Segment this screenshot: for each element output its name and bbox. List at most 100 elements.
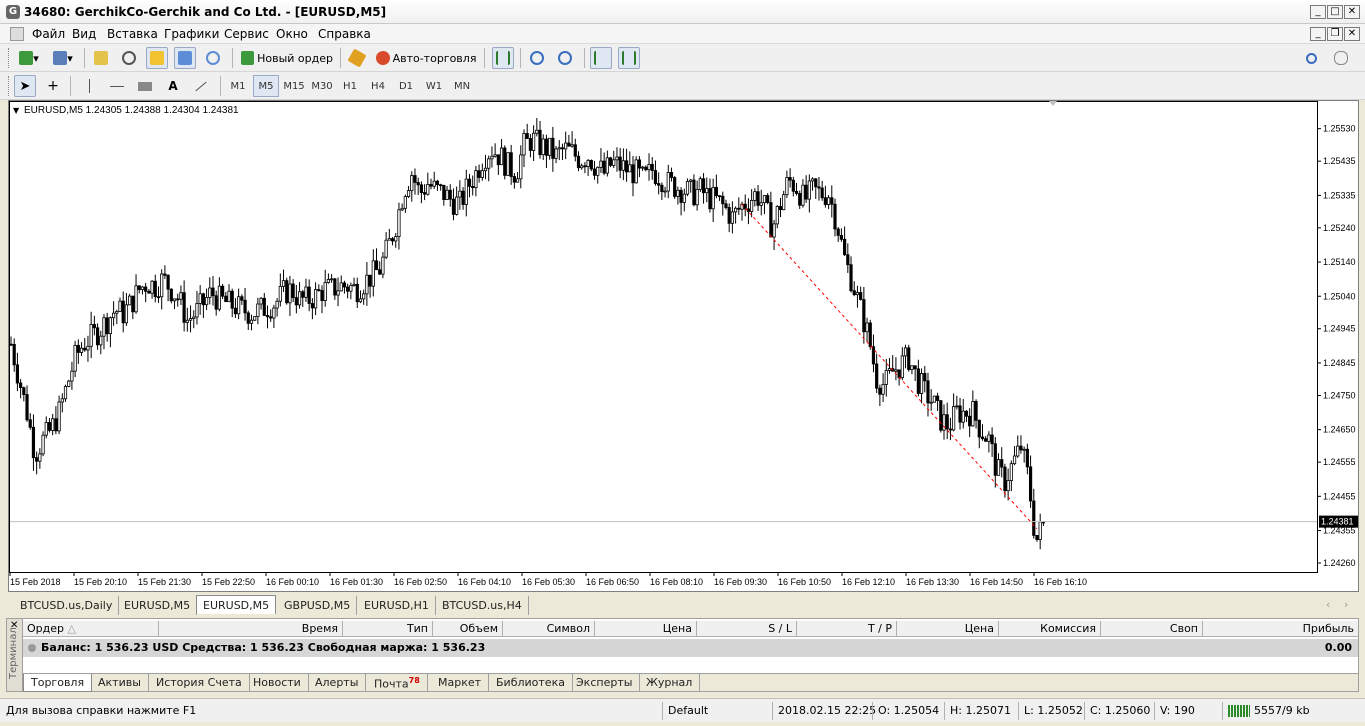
tabs-scroll-left-icon[interactable]: ‹: [1326, 598, 1330, 611]
trendline-button[interactable]: [190, 75, 212, 97]
menu-charts[interactable]: Графики: [164, 27, 219, 41]
chart-tab-gbpusd-m5[interactable]: GBPUSD,M5: [278, 596, 358, 615]
status-traffic[interactable]: 5557/9 kb: [1228, 703, 1310, 719]
col-time[interactable]: Время: [159, 621, 343, 637]
timeframe-h1[interactable]: H1: [337, 75, 363, 97]
col-order[interactable]: Ордер △: [23, 621, 159, 637]
timeframe-m15[interactable]: M15: [281, 75, 307, 97]
candle-body: [647, 163, 651, 171]
timeframe-h4[interactable]: H4: [365, 75, 391, 97]
terminal-tab-mailbox[interactable]: Почта78: [367, 674, 428, 692]
bar-chart-button[interactable]: [492, 47, 514, 69]
timeframe-m30[interactable]: M30: [309, 75, 335, 97]
mdi-minimize-button[interactable]: _: [1310, 27, 1326, 41]
mdi-close-button[interactable]: ✕: [1344, 27, 1360, 41]
toolbar-grip[interactable]: [8, 48, 11, 68]
chat-icon: [1334, 51, 1348, 65]
menu-view[interactable]: Вид: [72, 27, 96, 41]
metaeditor-button[interactable]: [346, 47, 368, 69]
candle-body: [153, 280, 157, 298]
auto-trading-icon: [375, 51, 390, 65]
terminal-tab-market[interactable]: Маркет: [431, 674, 490, 692]
chart-shift-button[interactable]: [618, 47, 640, 69]
horizontal-line-button[interactable]: [106, 75, 128, 97]
chart-tab-eurusd-h1[interactable]: EURUSD,H1: [358, 596, 436, 615]
auto-scroll-button[interactable]: [590, 47, 612, 69]
data-window-button[interactable]: [118, 47, 140, 69]
chat-button[interactable]: [1330, 47, 1352, 69]
timeframe-m5[interactable]: M5: [253, 75, 279, 97]
app-icon[interactable]: G: [6, 5, 20, 19]
mdi-restore-button[interactable]: ❐: [1327, 27, 1343, 41]
zoom-out-button[interactable]: [554, 47, 576, 69]
terminal-tab-exposure[interactable]: Активы: [91, 674, 149, 692]
menu-window[interactable]: Окно: [276, 27, 308, 41]
auto-trading-button[interactable]: Авто-торговля: [374, 47, 478, 69]
new-order-button[interactable]: Новый ордер: [240, 47, 334, 69]
col-price[interactable]: Цена: [595, 621, 697, 637]
menu-tools[interactable]: Сервис: [224, 27, 269, 41]
menu-help[interactable]: Справка: [318, 27, 371, 41]
chart-tab-btcusd-h4[interactable]: BTCUSD.us,H4: [436, 596, 529, 615]
toolbar-grip[interactable]: [8, 76, 11, 96]
candle-body: [798, 193, 802, 206]
timeframe-m1[interactable]: M1: [225, 75, 251, 97]
col-volume[interactable]: Объем: [433, 621, 503, 637]
chart-tab-eurusd-m5-1[interactable]: EURUSD,M5: [118, 596, 198, 615]
col-type[interactable]: Тип: [343, 621, 433, 637]
terminal-button[interactable]: [174, 47, 196, 69]
y-tick-label: 1.25530: [1323, 124, 1356, 134]
menu-file[interactable]: Файл: [32, 27, 65, 41]
terminal-tab-alerts[interactable]: Алерты: [308, 674, 367, 692]
tabs-scroll-right-icon[interactable]: ›: [1344, 598, 1348, 611]
rectangle-button[interactable]: [134, 75, 156, 97]
status-profile[interactable]: Default: [668, 703, 708, 719]
candle-body: [487, 158, 491, 169]
candle-body: [323, 282, 327, 301]
timeframe-w1[interactable]: W1: [421, 75, 447, 97]
candle-body: [560, 147, 565, 150]
col-tp[interactable]: T / P: [797, 621, 897, 637]
chart-tab-eurusd-m5-2[interactable]: EURUSD,M5: [196, 595, 277, 614]
price-chart[interactable]: ▼ EURUSD,M5 1.24305 1.24388 1.24304 1.243…: [9, 101, 1358, 591]
chart-window[interactable]: ▼ EURUSD,M5 1.24305 1.24388 1.24304 1.243…: [8, 100, 1359, 592]
candle-body: [737, 207, 741, 210]
candle-body: [297, 291, 302, 306]
col-commission[interactable]: Комиссия: [999, 621, 1101, 637]
menu-insert[interactable]: Вставка: [107, 27, 158, 41]
search-button[interactable]: [1300, 47, 1322, 69]
new-order-icon: [241, 51, 255, 65]
col-current-price[interactable]: Цена: [897, 621, 999, 637]
terminal-tab-news[interactable]: Новости: [246, 674, 309, 692]
strategy-tester-button[interactable]: [202, 47, 224, 69]
candle-body: [108, 317, 112, 335]
mdi-child-icon[interactable]: [10, 27, 24, 41]
col-symbol[interactable]: Символ: [503, 621, 595, 637]
cursor-button[interactable]: ➤: [14, 75, 36, 97]
zoom-in-button[interactable]: [526, 47, 548, 69]
terminal-tab-history[interactable]: История Счета: [149, 674, 250, 692]
minimize-button[interactable]: _: [1310, 5, 1326, 19]
col-profit[interactable]: Прибыль: [1203, 621, 1358, 637]
vertical-line-button[interactable]: [78, 75, 100, 97]
crosshair-button[interactable]: +: [42, 75, 64, 97]
new-chart-button[interactable]: ▾: [14, 47, 44, 69]
timeframe-d1[interactable]: D1: [393, 75, 419, 97]
close-button[interactable]: ✕: [1344, 5, 1360, 19]
terminal-tab-experts[interactable]: Эксперты: [569, 674, 641, 692]
candle-body: [583, 165, 587, 168]
text-button[interactable]: A: [162, 75, 184, 97]
col-sl[interactable]: S / L: [697, 621, 797, 637]
maximize-button[interactable]: □: [1327, 5, 1343, 19]
terminal-tab-trade[interactable]: Торговля: [23, 674, 93, 692]
timeframe-mn[interactable]: MN: [449, 75, 475, 97]
col-swap[interactable]: Своп: [1101, 621, 1203, 637]
terminal-tab-journal[interactable]: Журнал: [639, 674, 701, 692]
balance-row[interactable]: Баланс: 1 536.23 USD Средства: 1 536.23 …: [23, 639, 1358, 657]
navigator-button[interactable]: [146, 47, 168, 69]
candle-body: [628, 164, 632, 173]
market-watch-button[interactable]: [90, 47, 112, 69]
terminal-tab-library[interactable]: Библиотека: [489, 674, 573, 692]
profiles-button[interactable]: ▾: [48, 47, 78, 69]
chart-tab-btcusd-daily[interactable]: BTCUSD.us,Daily: [14, 596, 120, 615]
